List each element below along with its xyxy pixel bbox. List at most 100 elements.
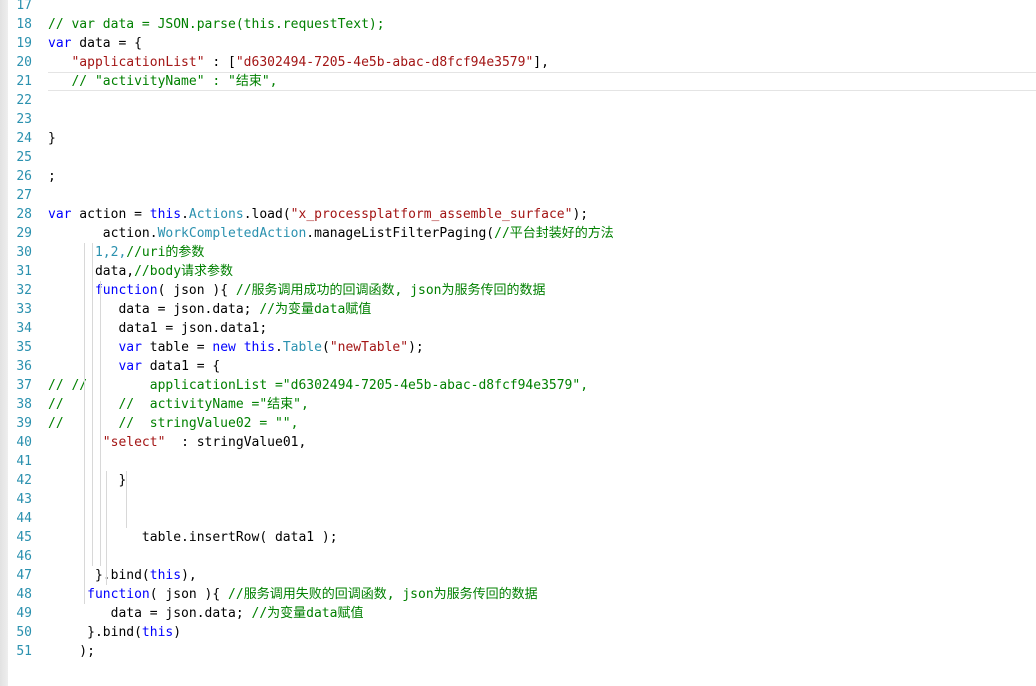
code-line[interactable]: var action = this.Actions.load("x_proces… (48, 205, 1036, 224)
code-token: // // applicationList ="d6302494-7205-4e… (48, 378, 589, 393)
line-number: 36 (16, 359, 32, 374)
code-token: this (149, 207, 182, 222)
line-number: 18 (16, 17, 32, 32)
code-line[interactable]: var data = { (48, 34, 1036, 53)
code-token: var (48, 36, 72, 51)
code-line[interactable]: } (48, 471, 1036, 490)
code-line[interactable]: ; (48, 167, 1036, 186)
code-token: "d6302494-7205-4e5b-abac-d8fcf94e3579" (235, 55, 534, 70)
code-line[interactable]: function( json ){ //服务调用失败的回调函数, json为服务… (48, 585, 1036, 604)
code-line[interactable]: // // activityName ="结束", (48, 395, 1036, 414)
line-number: 49 (16, 606, 32, 621)
code-token: "x_processplatform_assemble_surface" (290, 207, 573, 222)
code-token: new (212, 340, 236, 355)
code-token: }.bind( (48, 625, 142, 640)
code-line[interactable]: }.bind(this), (48, 566, 1036, 585)
code-line[interactable] (48, 490, 1036, 509)
code-token: .load( (243, 207, 291, 222)
code-line[interactable] (48, 148, 1036, 167)
code-line[interactable]: } (48, 129, 1036, 148)
code-line[interactable] (48, 452, 1036, 471)
code-editor[interactable]: 17 18 19 20 21 22 23 24 25 26 27 28 29 30 31 32 33 34 35 36… (0, 0, 1036, 686)
line-number: 23 (16, 112, 32, 127)
code-token: ); (48, 644, 95, 659)
code-token: ); (572, 207, 589, 222)
code-line[interactable]: // var data = JSON.parse(this.requestTex… (48, 15, 1036, 34)
line-number: 27 (16, 188, 32, 203)
code-line[interactable] (48, 110, 1036, 129)
code-token: . (275, 340, 283, 355)
code-token: : stringValue01, (165, 435, 307, 450)
code-token: function (94, 283, 158, 298)
code-line[interactable] (48, 91, 1036, 110)
code-token: "newTable" (329, 340, 409, 355)
indent-guide (126, 471, 127, 528)
code-token: ( json ){ (149, 587, 229, 602)
code-token: : [ (204, 55, 236, 70)
code-token: Actions (188, 207, 244, 222)
line-number: 50 (16, 625, 32, 640)
code-line[interactable]: data,//body请求参数 (48, 262, 1036, 281)
code-token: // var data = JSON.parse(this.requestTex… (48, 17, 385, 32)
line-number: 22 (16, 93, 32, 108)
code-token: // // stringValue02 = "", (48, 416, 299, 431)
code-line[interactable]: function( json ){ //服务调用成功的回调函数, json为服务… (48, 281, 1036, 300)
line-number: 48 (16, 587, 32, 602)
code-token: action = (71, 207, 150, 222)
code-token: table = (141, 340, 213, 355)
code-token: //为变量data赋值 (251, 606, 364, 621)
code-line[interactable]: // // stringValue02 = "", (48, 414, 1036, 433)
code-line[interactable]: "select" : stringValue01, (48, 433, 1036, 452)
code-line[interactable]: var table = new this.Table("newTable"); (48, 338, 1036, 357)
code-line[interactable] (48, 509, 1036, 528)
code-line[interactable] (48, 0, 1036, 15)
line-number: 42 (16, 473, 32, 488)
code-line[interactable]: table.insertRow( data1 ); (48, 528, 1036, 547)
code-token: //服务调用失败的回调函数, json为服务传回的数据 (228, 587, 538, 602)
indent-guide (106, 471, 107, 585)
line-number: 17 (16, 0, 32, 13)
code-line[interactable]: }.bind(this) (48, 623, 1036, 642)
code-token: } (48, 131, 56, 146)
code-line[interactable]: "applicationList" : ["d6302494-7205-4e5b… (48, 53, 1036, 72)
code-line[interactable]: ); (48, 642, 1036, 661)
code-line[interactable] (48, 186, 1036, 205)
code-token: } (48, 473, 127, 488)
code-token: ) (173, 625, 182, 640)
line-number: 46 (16, 549, 32, 564)
code-token: data = json.data; (48, 302, 260, 317)
code-line[interactable]: var data1 = { (48, 357, 1036, 376)
code-token: //为变量data赋值 (259, 302, 372, 317)
code-line[interactable]: data = json.data; //为变量data赋值 (48, 300, 1036, 319)
code-token: WorkCompletedAction (157, 226, 307, 241)
code-token: "applicationList" (71, 55, 205, 70)
line-number: 21 (16, 74, 32, 89)
code-line[interactable]: 1,2,//uri的参数 (48, 243, 1036, 262)
code-line[interactable]: // // applicationList ="d6302494-7205-4e… (48, 376, 1036, 395)
code-token: data = { (71, 36, 142, 51)
code-token: ( (321, 340, 330, 355)
code-token: //平台封装好的方法 (494, 226, 614, 241)
line-number: 39 (16, 416, 32, 431)
editor-margin (0, 0, 8, 686)
code-line[interactable]: data1 = json.data1; (48, 319, 1036, 338)
line-number: 51 (16, 644, 32, 659)
code-token: function (87, 587, 150, 602)
code-token: var (118, 340, 142, 355)
code-line[interactable]: // "activityName" : "结束", (48, 72, 1036, 91)
code-line[interactable] (48, 547, 1036, 566)
line-number: 38 (16, 397, 32, 412)
line-number: 47 (16, 568, 32, 583)
code-token: ], (533, 55, 549, 70)
indent-guide (84, 243, 85, 604)
line-number: 35 (16, 340, 32, 355)
code-line[interactable]: data = json.data; //为变量data赋值 (48, 604, 1036, 623)
code-area[interactable]: // var data = JSON.parse(this.requestTex… (48, 0, 1036, 686)
line-number: 24 (16, 131, 32, 146)
line-number: 32 (16, 283, 32, 298)
code-line[interactable]: action.WorkCompletedAction.manageListFil… (48, 224, 1036, 243)
code-token: .manageListFilterPaging( (306, 226, 495, 241)
